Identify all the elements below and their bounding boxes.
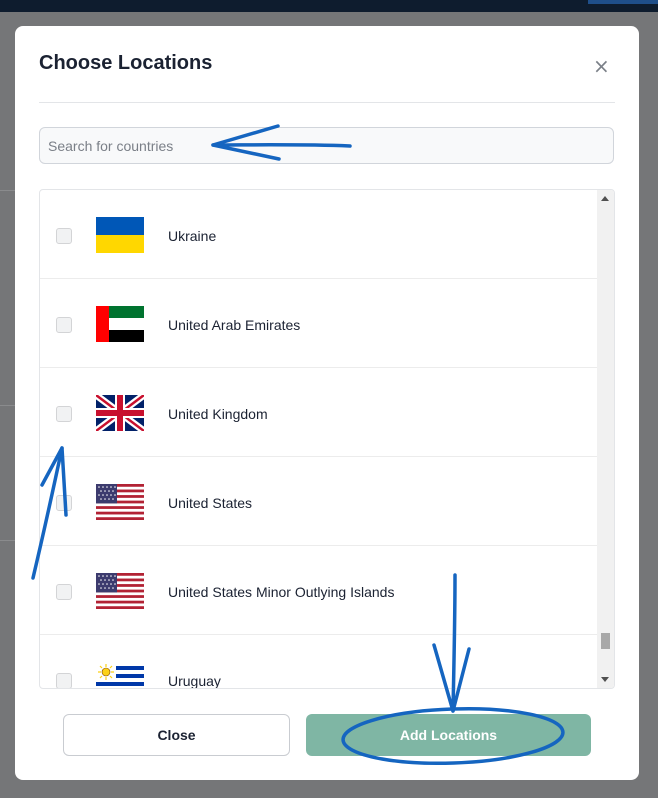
top-bar-button-edge (588, 0, 658, 4)
list-item[interactable]: United Arab Emirates (40, 279, 598, 368)
ukraine-flag-icon (96, 217, 144, 253)
country-checkbox[interactable] (56, 228, 72, 244)
search-input[interactable] (39, 127, 614, 164)
list-item[interactable]: Uruguay (40, 635, 598, 689)
country-checkbox[interactable] (56, 495, 72, 511)
country-name: United Kingdom (168, 406, 268, 422)
list-item[interactable]: United Kingdom (40, 368, 598, 457)
country-name: United States Minor Outlying Islands (168, 584, 395, 600)
country-checkbox[interactable] (56, 406, 72, 422)
uae-flag-icon (96, 306, 144, 342)
list-scrollbar[interactable] (597, 190, 614, 688)
scroll-down-icon[interactable] (601, 677, 609, 682)
uruguay-flag-icon (96, 662, 144, 688)
close-button[interactable]: Close (63, 714, 290, 756)
close-icon[interactable]: × (593, 56, 610, 76)
scroll-up-icon[interactable] (601, 196, 609, 201)
country-checkbox[interactable] (56, 673, 72, 688)
country-name: United States (168, 495, 253, 511)
list-item[interactable]: United States Minor Outlying Islands (40, 546, 598, 635)
uk-flag-icon (96, 395, 144, 431)
country-list[interactable]: Ukraine United Arab Emirates United King… (39, 189, 615, 689)
list-item[interactable]: Ukraine (40, 190, 598, 279)
country-checkbox[interactable] (56, 584, 72, 600)
us-flag-icon (96, 484, 144, 520)
country-name: United Arab Emirates (168, 317, 301, 333)
country-checkbox[interactable] (56, 317, 72, 333)
modal-title: Choose Locations (39, 52, 213, 74)
list-item[interactable]: United States (40, 457, 598, 546)
us-flag-icon (96, 573, 144, 609)
choose-locations-modal: Choose Locations × Ukraine (15, 26, 639, 780)
country-name: Uruguay (168, 673, 221, 689)
scrollbar-thumb[interactable] (601, 633, 610, 649)
add-locations-button[interactable]: Add Locations (306, 714, 591, 756)
header-divider (39, 102, 615, 103)
top-bar (0, 0, 658, 12)
country-name: Ukraine (168, 228, 217, 244)
